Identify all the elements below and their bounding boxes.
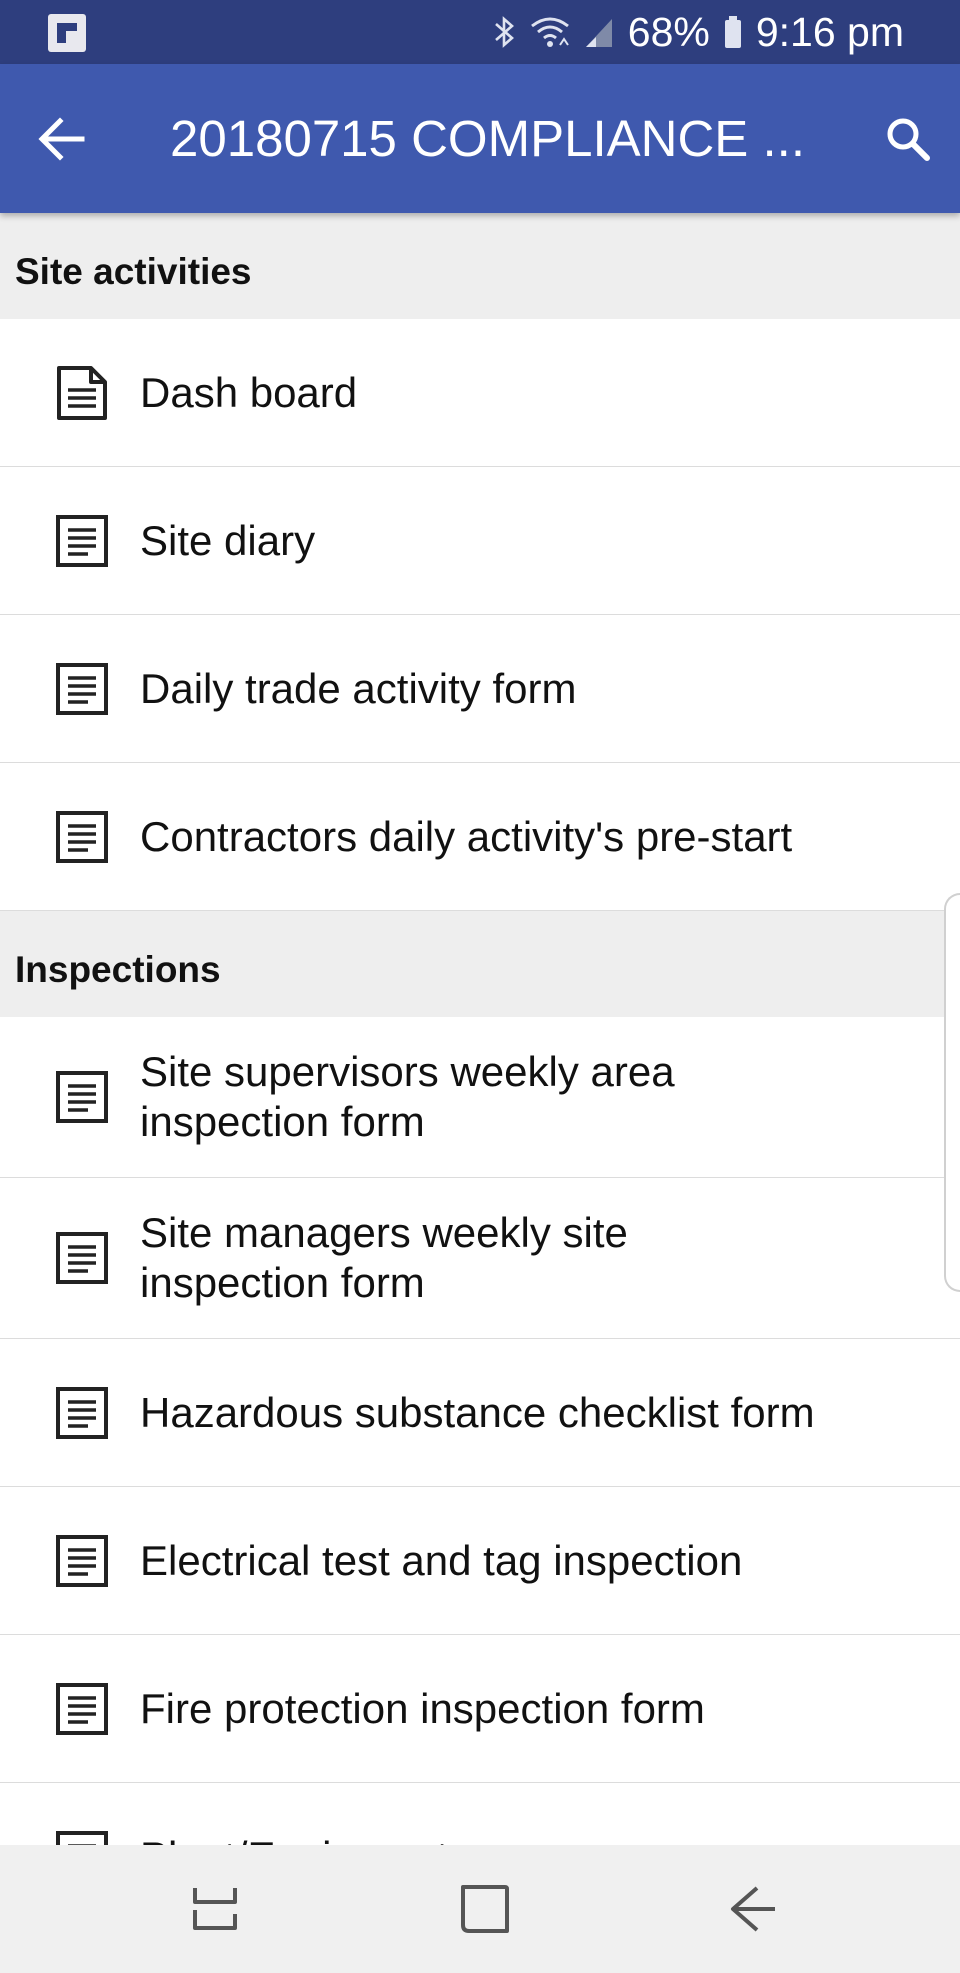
- form-icon: [56, 1830, 108, 1845]
- search-button[interactable]: [872, 106, 944, 172]
- form-list[interactable]: Site activities Dash board Site diary Da…: [0, 213, 960, 1845]
- section-header-inspections: Inspections: [0, 911, 960, 1017]
- list-item-fire-protection-inspection[interactable]: Fire protection inspection form: [0, 1635, 960, 1783]
- form-icon: [56, 1534, 108, 1587]
- list-item-label: Site diary: [140, 516, 316, 564]
- list-item-dash-board[interactable]: Dash board: [0, 319, 960, 467]
- section-header-site-activities: Site activities: [0, 213, 960, 319]
- home-icon: [461, 1885, 509, 1933]
- recent-apps-button[interactable]: [175, 1879, 255, 1939]
- navigation-bar: [0, 1845, 960, 1973]
- list-item-label: Daily trade activity form: [140, 664, 577, 712]
- page-title: 20180715 COMPLIANCE ...: [170, 110, 805, 167]
- list-item-electrical-test-and-tag[interactable]: Electrical test and tag inspection: [0, 1487, 960, 1635]
- app-bar: 20180715 COMPLIANCE ...: [0, 64, 960, 213]
- list-item-site-managers-weekly-site-inspection[interactable]: Site managers weekly site inspection for…: [0, 1178, 960, 1339]
- form-icon: [56, 1386, 108, 1439]
- document-icon: [57, 365, 107, 420]
- list-item-site-supervisors-weekly-area-inspection[interactable]: Site supervisors weekly area inspection …: [0, 1017, 960, 1178]
- list-item-label: Electrical test and tag inspection: [140, 1536, 743, 1584]
- list-item-plant-equipment[interactable]: Plant/Equipment ...: [0, 1783, 960, 1845]
- back-button[interactable]: [24, 108, 100, 170]
- list-item-label: Plant/Equipment ...: [140, 1783, 840, 1846]
- form-icon: [56, 662, 108, 715]
- list-item-contractors-daily-activity-pre-start[interactable]: Contractors daily activity's pre-start: [0, 763, 960, 911]
- form-icon: [56, 1682, 108, 1735]
- wifi-icon: [530, 17, 569, 47]
- list-item-daily-trade-activity-form[interactable]: Daily trade activity form: [0, 615, 960, 763]
- clock: 9:16 pm: [755, 8, 904, 55]
- list-item-label: Fire protection inspection form: [140, 1684, 705, 1732]
- arrow-back-icon: [38, 117, 85, 161]
- bluetooth-icon: [494, 16, 514, 48]
- form-icon: [56, 810, 108, 863]
- status-indicators: 68% 9:16 pm: [492, 0, 904, 64]
- scrollbar-handle[interactable]: [944, 893, 960, 1292]
- list-item-site-diary[interactable]: Site diary: [0, 467, 960, 615]
- form-icon: [56, 1232, 108, 1284]
- signal-icon: [585, 19, 612, 47]
- list-item-label: Contractors daily activity's pre-start: [140, 812, 793, 860]
- search-icon: [887, 118, 930, 161]
- nav-back-icon: [731, 1886, 775, 1932]
- list-item-label: Site managers weekly site inspection for…: [140, 1209, 628, 1306]
- form-icon: [56, 1071, 108, 1123]
- home-button[interactable]: [445, 1879, 525, 1939]
- battery-icon: [724, 16, 741, 48]
- form-icon: [56, 514, 108, 567]
- status-bar: 68% 9:16 pm: [0, 0, 960, 64]
- system-back-button[interactable]: [713, 1879, 793, 1939]
- list-item-hazardous-substance-checklist[interactable]: Hazardous substance checklist form: [0, 1339, 960, 1487]
- list-item-label: Dash board: [140, 368, 358, 416]
- list-item-label: Hazardous substance checklist form: [140, 1388, 815, 1436]
- battery-percentage: 68%: [627, 8, 710, 55]
- recent-apps-icon: [193, 1888, 237, 1930]
- app-notification-icon: [48, 14, 86, 52]
- list-item-label: Site supervisors weekly area inspection …: [140, 1048, 675, 1145]
